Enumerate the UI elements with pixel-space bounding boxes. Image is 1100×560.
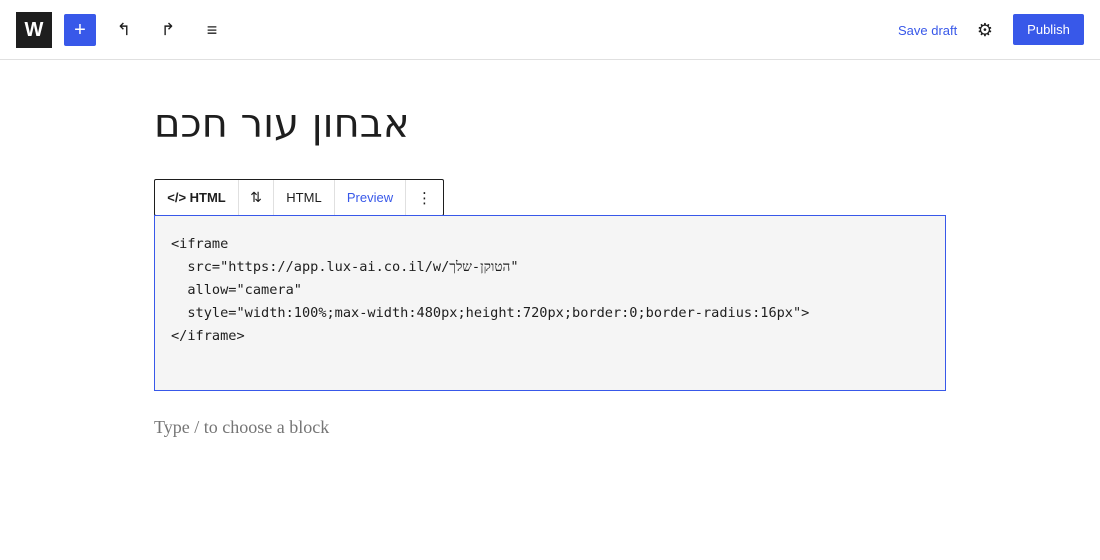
tab-preview[interactable]: Preview [335,180,406,215]
undo-icon[interactable]: ↰ [108,14,140,46]
block-placeholder[interactable]: Type / to choose a block [154,417,329,438]
block-toolbar: </> HTML ⇅ HTML Preview ⋮ [154,179,444,216]
post-title[interactable]: אבחון עור חכם [154,96,946,152]
wordpress-logo[interactable]: W [16,12,52,48]
add-block-button[interactable]: + [64,14,96,46]
tab-html[interactable]: HTML [274,180,335,215]
redo-icon[interactable]: ↱ [152,14,184,46]
html-code-editor[interactable]: <iframe src="https://app.lux-ai.co.il/w/… [154,215,946,391]
editor-header: W + ↰ ↱ ≡ Save draft ⚙ Publish [0,0,1100,60]
more-options-icon[interactable]: ⋮ [406,180,443,215]
move-arrows-icon[interactable]: ⇅ [239,180,274,215]
publish-button[interactable]: Publish [1013,14,1084,45]
list-view-icon[interactable]: ≡ [196,14,228,46]
settings-gear-icon[interactable]: ⚙ [969,14,1001,46]
block-type-button[interactable]: </> HTML [155,180,239,215]
save-draft-button[interactable]: Save draft [890,14,965,46]
